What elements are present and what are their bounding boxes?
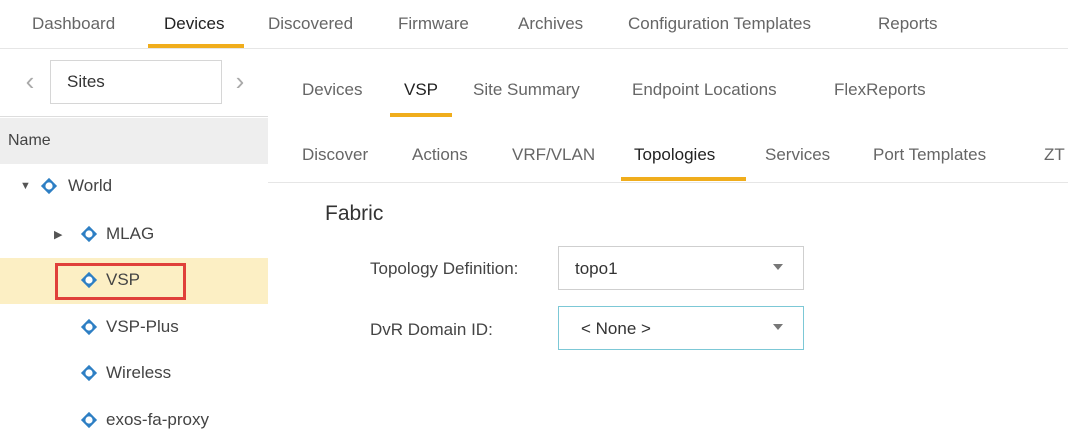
chevron-right-icon[interactable]: › <box>230 66 250 96</box>
subtab-endpoint-locations[interactable]: Endpoint Locations <box>632 80 777 100</box>
tree-item-world[interactable]: ▼ World <box>0 164 268 210</box>
chevron-left-icon[interactable]: ‹ <box>20 66 40 96</box>
topology-definition-select[interactable]: topo1 <box>558 246 804 290</box>
vsp-subnav: Discover Actions VRF/VLAN Topologies Ser… <box>268 118 1068 183</box>
section-title: Fabric <box>325 202 384 225</box>
tree-item-label: MLAG <box>106 224 155 243</box>
subtab-actions[interactable]: Actions <box>412 145 468 165</box>
tab-dashboard[interactable]: Dashboard <box>32 14 115 34</box>
caret-down-icon[interactable]: ▼ <box>20 180 31 192</box>
tab-reports[interactable]: Reports <box>878 14 938 34</box>
name-column-header[interactable]: Name <box>0 118 268 164</box>
site-node-icon <box>80 225 98 243</box>
tree-item-mlag[interactable]: ▶ MLAG <box>0 212 268 258</box>
highlight-box <box>55 263 186 300</box>
active-subtab-indicator <box>621 177 746 181</box>
site-subnav: Devices VSP Site Summary Endpoint Locati… <box>268 50 1068 118</box>
dvr-domain-id-value: < None > <box>581 319 651 338</box>
subtab-flexreports[interactable]: FlexReports <box>834 80 926 100</box>
tree-item-exos-fa-proxy[interactable]: exos-fa-proxy <box>0 398 268 444</box>
divider <box>0 48 1068 49</box>
site-node-icon <box>80 364 98 382</box>
active-subtab-indicator <box>390 113 452 117</box>
tree-item-wireless[interactable]: Wireless <box>0 351 268 397</box>
site-node-icon <box>80 318 98 336</box>
tab-devices[interactable]: Devices <box>164 14 224 34</box>
top-nav: Dashboard Devices Discovered Firmware Ar… <box>0 0 1068 50</box>
site-node-icon <box>80 411 98 429</box>
subtab-vsp[interactable]: VSP <box>404 80 438 100</box>
subtab-site-summary[interactable]: Site Summary <box>473 80 580 100</box>
caret-right-icon[interactable]: ▶ <box>54 228 62 241</box>
tree-item-label: World <box>68 176 113 195</box>
sites-selector[interactable]: Sites <box>50 60 222 104</box>
tree-item-vsp-plus[interactable]: VSP-Plus <box>0 305 268 351</box>
tab-discovered[interactable]: Discovered <box>268 14 353 34</box>
topology-definition-value: topo1 <box>575 259 618 278</box>
topology-definition-label: Topology Definition: <box>370 259 519 278</box>
subtab-discover[interactable]: Discover <box>302 145 368 165</box>
tab-configuration-templates[interactable]: Configuration Templates <box>628 14 811 34</box>
tree-item-label: VSP-Plus <box>106 317 179 336</box>
tab-firmware[interactable]: Firmware <box>398 14 469 34</box>
subtab-topologies[interactable]: Topologies <box>634 145 715 165</box>
subtab-zt[interactable]: ZT <box>1044 145 1065 165</box>
sites-selector-bar: ‹ Sites › <box>0 50 268 117</box>
dropdown-arrow-icon <box>773 264 783 270</box>
tree-item-label: exos-fa-proxy <box>106 410 209 429</box>
dvr-domain-id-select[interactable]: < None > <box>558 306 804 350</box>
tab-archives[interactable]: Archives <box>518 14 583 34</box>
subtab-services[interactable]: Services <box>765 145 830 165</box>
dropdown-arrow-icon <box>773 324 783 330</box>
subtab-port-templates[interactable]: Port Templates <box>873 145 986 165</box>
subtab-devices[interactable]: Devices <box>302 80 362 100</box>
dvr-domain-id-label: DvR Domain ID: <box>370 320 493 339</box>
tree-item-label: Wireless <box>106 363 172 382</box>
subtab-vrf-vlan[interactable]: VRF/VLAN <box>512 145 595 165</box>
site-node-icon <box>40 177 58 195</box>
